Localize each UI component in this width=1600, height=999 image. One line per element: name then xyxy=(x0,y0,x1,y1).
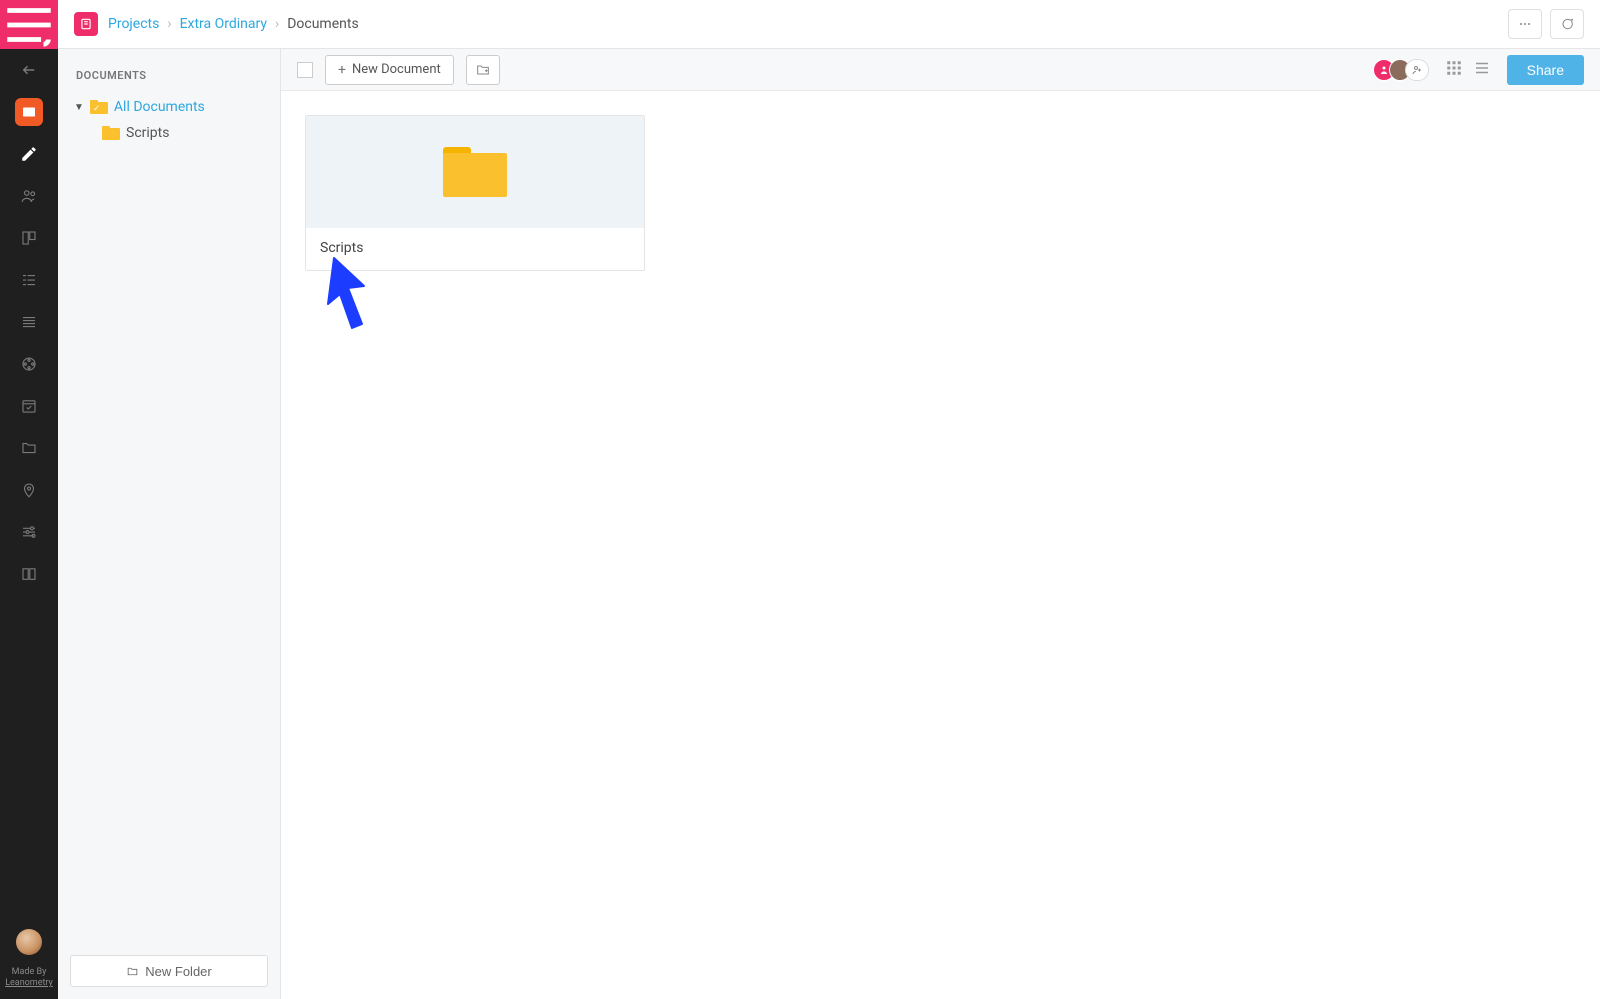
tasks-nav-icon[interactable] xyxy=(0,259,58,301)
more-options-button[interactable] xyxy=(1508,9,1542,39)
list-view-button[interactable] xyxy=(1473,59,1491,81)
tree-item-scripts[interactable]: Scripts xyxy=(70,120,268,146)
folder-add-icon xyxy=(475,62,491,78)
new-doc-from-template-button[interactable] xyxy=(466,55,500,85)
tree-label: All Documents xyxy=(114,99,205,115)
board-nav-icon[interactable] xyxy=(0,217,58,259)
share-button[interactable]: Share xyxy=(1507,55,1584,85)
new-folder-button[interactable]: New Folder xyxy=(70,955,268,987)
add-collaborator-button[interactable] xyxy=(1405,59,1429,81)
breadcrumb: Projects › Extra Ordinary › Documents xyxy=(108,16,359,32)
folder-tile-thumb xyxy=(306,116,644,228)
calendar-nav-icon[interactable] xyxy=(0,385,58,427)
folder-icon xyxy=(443,147,507,197)
folder-outline-icon xyxy=(126,965,139,978)
view-toggle xyxy=(1445,59,1491,81)
sidebar-header: DOCUMENTS xyxy=(58,49,280,94)
nav-rail: Made By Leanometry xyxy=(0,0,58,999)
folder-tile-scripts[interactable]: Scripts xyxy=(305,115,645,271)
chevron-right-icon: › xyxy=(275,16,279,32)
reel-nav-icon[interactable] xyxy=(0,343,58,385)
edit-nav-icon[interactable] xyxy=(0,133,58,175)
tree-all-documents[interactable]: ▼ ✓ All Documents xyxy=(70,94,268,120)
back-icon[interactable] xyxy=(0,49,58,91)
main-panel: + New Document Share xyxy=(281,49,1600,999)
caret-down-icon: ▼ xyxy=(74,102,84,113)
tree-label: Scripts xyxy=(126,125,169,141)
folder-icon xyxy=(102,126,120,140)
credit-text: Made By Leanometry xyxy=(5,967,53,989)
collaborators[interactable] xyxy=(1373,59,1429,81)
people-nav-icon[interactable] xyxy=(0,175,58,217)
chevron-right-icon: › xyxy=(167,16,171,32)
list-nav-icon[interactable] xyxy=(0,301,58,343)
new-document-button[interactable]: + New Document xyxy=(325,55,454,85)
breadcrumb-current: Documents xyxy=(287,16,358,32)
breadcrumb-project-name[interactable]: Extra Ordinary xyxy=(180,16,267,32)
book-nav-icon[interactable] xyxy=(0,553,58,595)
breadcrumb-projects[interactable]: Projects xyxy=(108,16,159,32)
settings-nav-icon[interactable] xyxy=(0,511,58,553)
content-toolbar: + New Document Share xyxy=(281,49,1600,91)
chat-button[interactable] xyxy=(1550,9,1584,39)
folder-tree: ▼ ✓ All Documents Scripts xyxy=(58,94,280,146)
document-grid: Scripts xyxy=(281,91,1600,295)
new-folder-label: New Folder xyxy=(145,964,211,979)
topbar: Projects › Extra Ordinary › Documents xyxy=(58,0,1600,49)
folder-nav-icon[interactable] xyxy=(0,427,58,469)
folder-icon: ✓ xyxy=(90,100,108,114)
folder-tile-name: Scripts xyxy=(306,228,644,270)
new-document-label: New Document xyxy=(352,62,441,77)
plus-icon: + xyxy=(338,62,346,78)
location-nav-icon[interactable] xyxy=(0,469,58,511)
app-logo[interactable] xyxy=(0,0,58,49)
documents-nav-icon[interactable] xyxy=(15,98,43,126)
sidebar: DOCUMENTS ▼ ✓ All Documents Scripts New … xyxy=(58,49,281,999)
grid-view-button[interactable] xyxy=(1445,59,1463,81)
project-icon[interactable] xyxy=(74,12,98,36)
user-avatar[interactable] xyxy=(16,929,42,955)
select-all-checkbox[interactable] xyxy=(297,62,313,78)
